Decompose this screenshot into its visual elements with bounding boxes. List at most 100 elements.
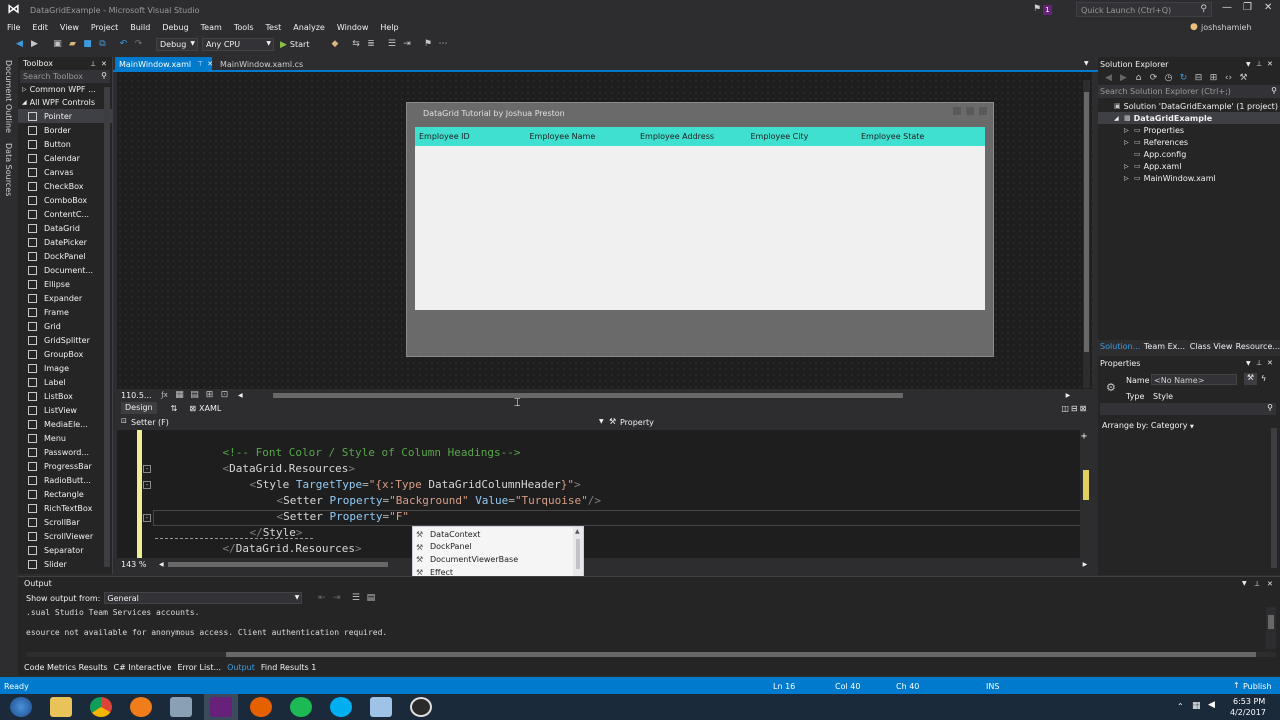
- hscroll-left-icon[interactable]: ◀: [159, 561, 164, 568]
- toolbox-group-all[interactable]: ◢ All WPF Controls: [18, 96, 112, 109]
- menu-window[interactable]: Window: [337, 23, 369, 32]
- split-horizontal-icon[interactable]: ◫: [1061, 404, 1069, 413]
- output-hscrollbar[interactable]: [26, 652, 1276, 657]
- close-icon[interactable]: ✕: [1267, 60, 1273, 68]
- toolbox-item[interactable]: GroupBox: [18, 347, 112, 361]
- show-all-icon[interactable]: ⊞: [1208, 73, 1219, 84]
- design-tab[interactable]: Design: [121, 402, 157, 414]
- toolbox-item[interactable]: Button: [18, 137, 112, 151]
- grid-icon[interactable]: ▦: [174, 390, 185, 401]
- start-button[interactable]: Start: [290, 40, 310, 49]
- notification-flag-icon[interactable]: ⚑: [1033, 4, 1041, 14]
- solution-tree-item[interactable]: ▭ App.config: [1098, 148, 1280, 160]
- output-vscrollbar[interactable]: [1266, 607, 1276, 649]
- clock-date[interactable]: 4/2/2017: [1230, 708, 1266, 717]
- add-split-icon[interactable]: +: [1081, 431, 1087, 442]
- toolbox-item[interactable]: DockPanel: [18, 249, 112, 263]
- datagrid[interactable]: [415, 127, 985, 310]
- notepad-icon[interactable]: [364, 694, 398, 720]
- fold-marker[interactable]: -: [143, 465, 151, 473]
- xaml-tab[interactable]: XAML: [199, 404, 221, 413]
- menu-help[interactable]: Help: [380, 23, 398, 32]
- app-icon[interactable]: [164, 694, 198, 720]
- menu-test[interactable]: Test: [266, 23, 282, 32]
- tab-csharp-interactive[interactable]: C# Interactive: [114, 663, 172, 672]
- toolbox-item[interactable]: RichTextBox: [18, 501, 112, 515]
- designer-hscrollbar-thumb[interactable]: [272, 392, 903, 398]
- fit-icon[interactable]: ⊡: [219, 390, 230, 401]
- attach-icon[interactable]: ◆: [329, 39, 340, 50]
- home-icon[interactable]: ⌂: [1133, 73, 1144, 84]
- close-button[interactable]: ✕: [1264, 2, 1272, 13]
- platform-dropdown[interactable]: Any CPU ▼: [202, 38, 274, 51]
- tab-mainwindow-xaml-cs[interactable]: MainWindow.xaml.cs: [216, 57, 303, 71]
- toolbox-item[interactable]: ComboBox: [18, 193, 112, 207]
- navigate-back-icon[interactable]: ◀: [14, 39, 25, 50]
- minimize-button[interactable]: —: [1222, 2, 1232, 13]
- tray-chevron-icon[interactable]: ⌃: [1177, 702, 1184, 711]
- close-icon[interactable]: ✕: [1267, 359, 1273, 367]
- toolbox-item[interactable]: Frame: [18, 305, 112, 319]
- firefox-icon[interactable]: [244, 694, 278, 720]
- fold-marker[interactable]: -: [143, 481, 151, 489]
- toolbox-item[interactable]: Ellipse: [18, 277, 112, 291]
- solution-tree-item[interactable]: ▣ Solution 'DataGridExample' (1 project): [1098, 100, 1280, 112]
- save-all-icon[interactable]: ⧉: [97, 39, 108, 50]
- toolbox-item[interactable]: DataGrid: [18, 221, 112, 235]
- expand-arrow-icon[interactable]: ▷: [1124, 175, 1134, 182]
- forward-icon[interactable]: ▶: [1118, 73, 1129, 84]
- start-icon[interactable]: ▶: [280, 40, 287, 50]
- wrench-icon[interactable]: ⚒: [1244, 373, 1257, 385]
- word-wrap-icon[interactable]: ▤: [365, 593, 376, 604]
- expand-arrow-icon[interactable]: ▷: [1124, 139, 1134, 146]
- toolbox-item[interactable]: Document...: [18, 263, 112, 277]
- solution-explorer-search[interactable]: Search Solution Explorer (Ctrl+;) ⚲: [1098, 85, 1280, 98]
- code-hscrollbar-thumb[interactable]: [167, 561, 388, 567]
- toolbox-item[interactable]: Image: [18, 361, 112, 375]
- tab-team-explorer[interactable]: Team Ex...: [1144, 342, 1190, 351]
- expand-arrow-icon[interactable]: ▷: [1124, 127, 1134, 134]
- browser-link-icon[interactable]: ⇆: [350, 39, 361, 50]
- split-vertical-icon[interactable]: ⊟: [1071, 404, 1078, 413]
- tab-list-dropdown-icon[interactable]: ▼: [1084, 60, 1089, 67]
- column-header-employee-address[interactable]: Employee Address: [640, 132, 751, 141]
- spotify-icon[interactable]: [284, 694, 318, 720]
- menu-build[interactable]: Build: [130, 23, 150, 32]
- tab-error-list[interactable]: Error List...: [177, 663, 221, 672]
- obs-icon[interactable]: [404, 694, 438, 720]
- tab-resource[interactable]: Resource...: [1236, 342, 1280, 351]
- solution-tree-item[interactable]: ◢ ▩ DataGridExample: [1098, 112, 1280, 124]
- scroll-up-icon[interactable]: ▲: [575, 528, 580, 535]
- toolbox-item[interactable]: CheckBox: [18, 179, 112, 193]
- toolbox-item[interactable]: Canvas: [18, 165, 112, 179]
- undo-icon[interactable]: ↶: [118, 39, 129, 50]
- name-input[interactable]: <No Name>: [1151, 374, 1237, 385]
- lightning-icon[interactable]: ϟ: [1261, 374, 1266, 383]
- menu-edit[interactable]: Edit: [32, 23, 48, 32]
- solution-tree-item[interactable]: ▷ ▭ Properties: [1098, 124, 1280, 136]
- notification-badge[interactable]: 1: [1043, 5, 1052, 15]
- format-icon[interactable]: ≣: [365, 39, 376, 50]
- output-source-dropdown[interactable]: General ▼: [104, 592, 303, 604]
- tab-class-view[interactable]: Class View: [1190, 342, 1236, 351]
- next-message-icon[interactable]: ⇥: [331, 593, 342, 604]
- intellisense-item[interactable]: ⚒ DataContext: [413, 528, 573, 541]
- new-project-icon[interactable]: ▣: [52, 39, 63, 50]
- properties-search[interactable]: ⚲: [1100, 403, 1276, 415]
- align-icon[interactable]: ☰: [386, 39, 397, 50]
- pin-icon[interactable]: ⊥: [90, 60, 96, 68]
- comment-icon[interactable]: ⋯: [437, 39, 448, 50]
- collapse-all-icon[interactable]: ⊟: [1193, 73, 1204, 84]
- volume-icon[interactable]: ◀: [1208, 700, 1215, 710]
- tab-mainwindow-xaml[interactable]: MainWindow.xaml ⊤ ✕: [115, 57, 213, 71]
- close-icon[interactable]: ✕: [207, 60, 213, 68]
- clock-time[interactable]: 6:53 PM: [1233, 697, 1265, 706]
- hscroll-right-icon[interactable]: ▶: [1083, 561, 1088, 568]
- chrome-icon[interactable]: [84, 694, 118, 720]
- file-explorer-icon[interactable]: [44, 694, 78, 720]
- toolbox-item[interactable]: ScrollViewer: [18, 529, 112, 543]
- scroll-thumb[interactable]: [1084, 92, 1089, 352]
- skype-icon[interactable]: [324, 694, 358, 720]
- quick-launch-input[interactable]: Quick Launch (Ctrl+Q) ⚲: [1076, 2, 1212, 17]
- navigate-forward-icon[interactable]: ▶: [29, 39, 40, 50]
